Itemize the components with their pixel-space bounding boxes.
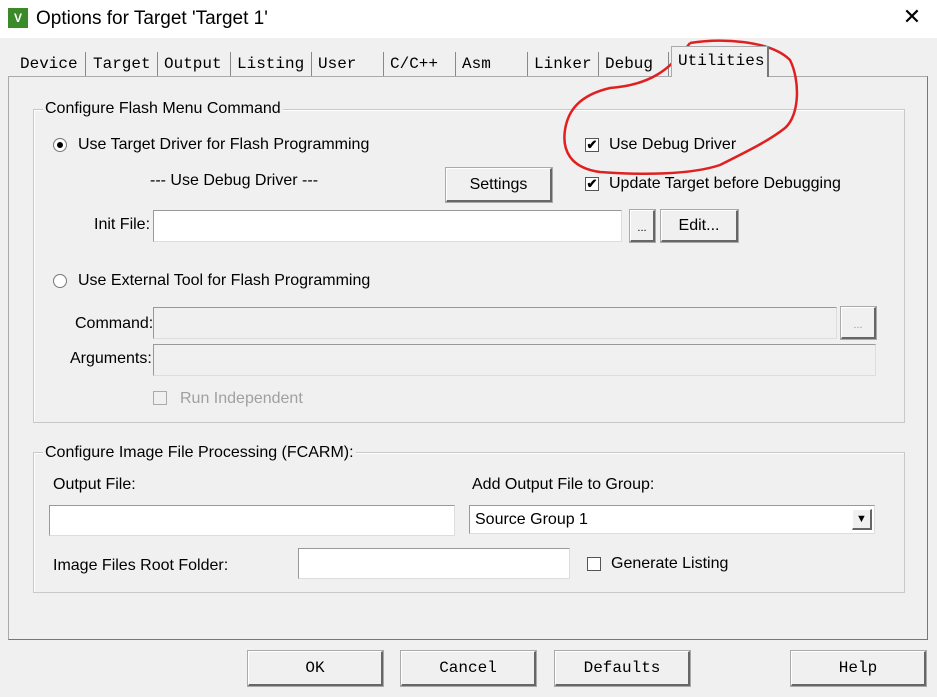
- run-independent-checkbox[interactable]: [153, 391, 167, 405]
- root-folder-label: Image Files Root Folder:: [53, 557, 229, 574]
- use-external-tool-label: Use External Tool for Flash Programming: [78, 272, 371, 289]
- init-file-label: Init File:: [94, 216, 151, 233]
- defaults-button[interactable]: Defaults: [554, 650, 691, 687]
- tab-cpp[interactable]: C/C++: [384, 52, 456, 76]
- use-target-driver-radio[interactable]: [53, 138, 67, 152]
- tab-debug[interactable]: Debug: [599, 52, 669, 76]
- arguments-input[interactable]: [153, 344, 876, 376]
- close-icon[interactable]: ✕: [900, 4, 924, 30]
- tab-asm[interactable]: Asm: [456, 52, 528, 76]
- output-file-label: Output File:: [53, 476, 136, 493]
- update-target-checkbox[interactable]: ✔: [585, 177, 599, 191]
- edit-button[interactable]: Edit...: [660, 209, 739, 243]
- tab-user[interactable]: User: [312, 52, 384, 76]
- tab-output[interactable]: Output: [158, 52, 231, 76]
- keil-uv5-icon: V: [8, 8, 28, 28]
- help-button[interactable]: Help: [790, 650, 927, 687]
- run-independent-label: Run Independent: [180, 390, 303, 407]
- tab-linker[interactable]: Linker: [528, 52, 599, 76]
- root-folder-input[interactable]: [298, 548, 570, 579]
- group-select-value: Source Group 1: [475, 511, 588, 528]
- output-file-input[interactable]: [49, 505, 455, 536]
- tab-device[interactable]: Device: [14, 52, 86, 76]
- chevron-down-icon[interactable]: ▼: [852, 509, 872, 530]
- title-bar: V Options for Target 'Target 1' ✕: [0, 0, 937, 38]
- generate-listing-label: Generate Listing: [611, 555, 729, 572]
- driver-name: --- Use Debug Driver ---: [150, 172, 319, 189]
- use-external-tool-radio[interactable]: [53, 274, 67, 288]
- command-label: Command:: [75, 315, 154, 332]
- init-file-browse-button[interactable]: ...: [629, 209, 656, 243]
- tab-utilities[interactable]: Utilities: [671, 46, 769, 77]
- arguments-label: Arguments:: [70, 350, 152, 367]
- command-input[interactable]: [153, 307, 837, 339]
- use-target-driver-label: Use Target Driver for Flash Programming: [78, 136, 370, 153]
- use-debug-driver-label: Use Debug Driver: [609, 136, 737, 153]
- tab-target[interactable]: Target: [87, 52, 158, 76]
- cancel-button[interactable]: Cancel: [400, 650, 537, 687]
- window-title: Options for Target 'Target 1': [36, 8, 268, 29]
- use-debug-driver-checkbox[interactable]: ✔: [585, 138, 599, 152]
- init-file-input[interactable]: [153, 210, 622, 242]
- flash-group-legend: Configure Flash Menu Command: [43, 100, 283, 118]
- generate-listing-checkbox[interactable]: [587, 557, 601, 571]
- tab-listing[interactable]: Listing: [231, 52, 312, 76]
- update-target-label: Update Target before Debugging: [609, 175, 841, 192]
- settings-button[interactable]: Settings: [445, 167, 553, 203]
- add-to-group-label: Add Output File to Group:: [472, 476, 655, 493]
- group-select[interactable]: Source Group 1 ▼: [469, 505, 875, 534]
- image-group-legend: Configure Image File Processing (FCARM):: [43, 444, 356, 462]
- ok-button[interactable]: OK: [247, 650, 384, 687]
- command-browse-button[interactable]: ...: [840, 306, 877, 340]
